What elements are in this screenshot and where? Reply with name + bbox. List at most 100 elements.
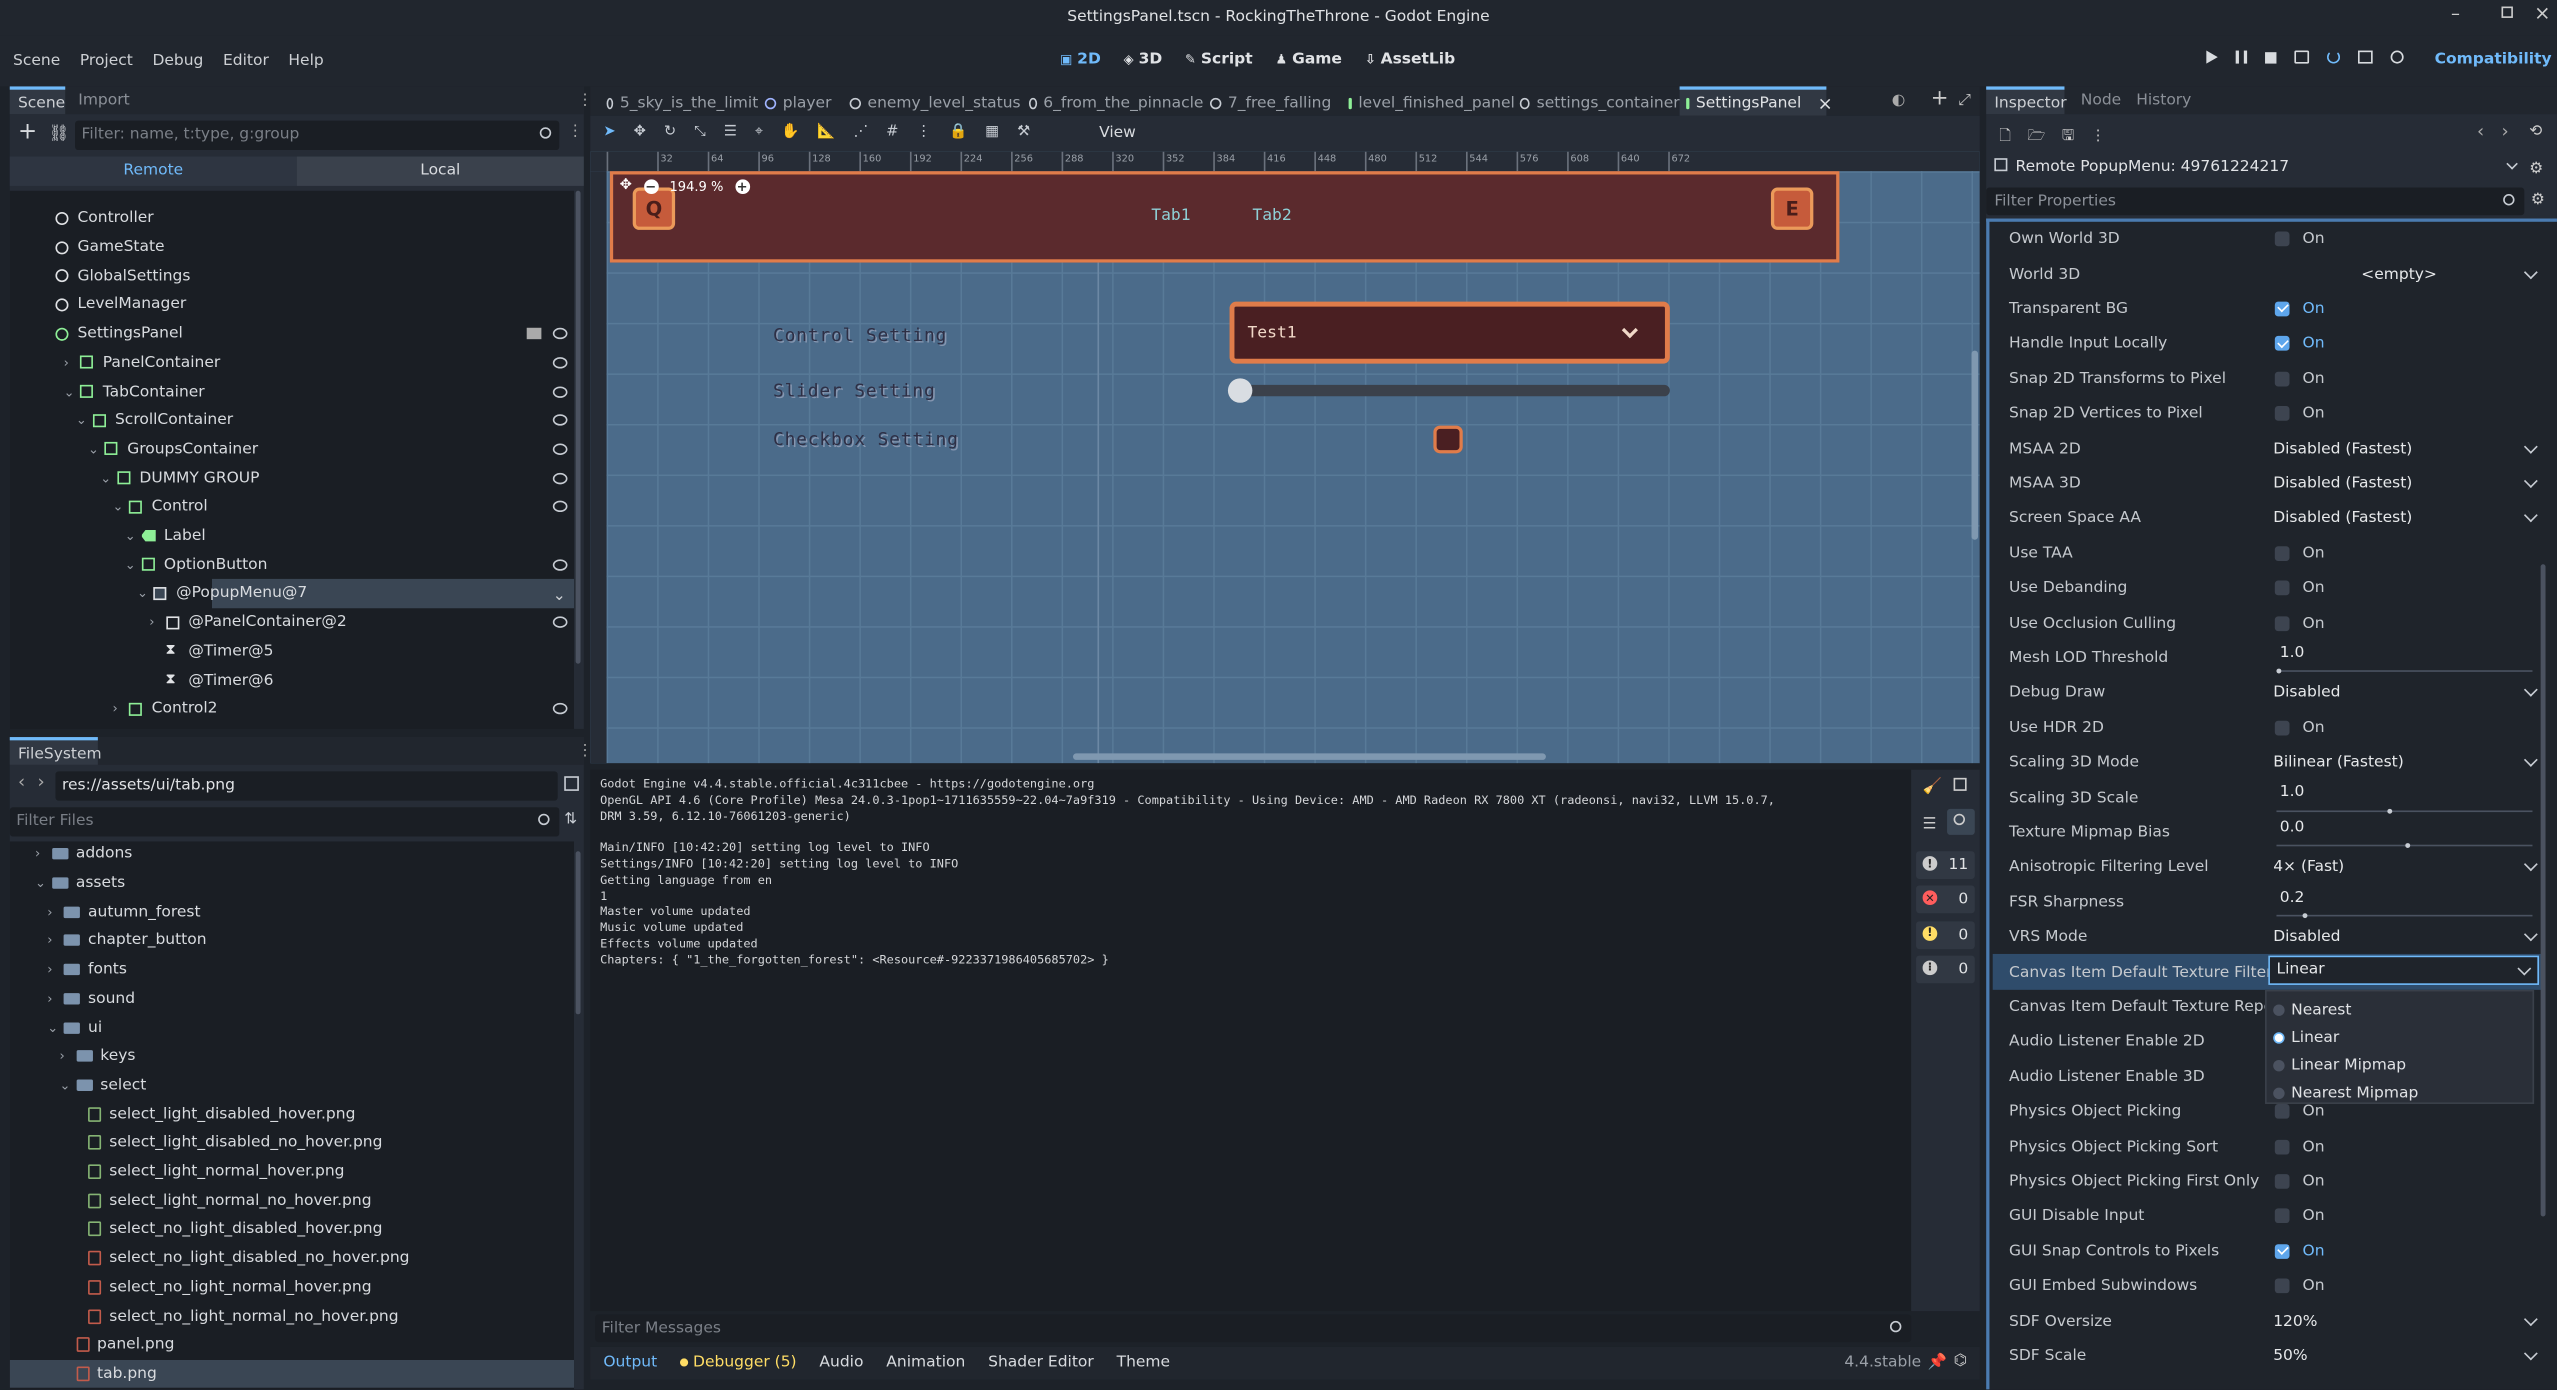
reload-icon[interactable] bbox=[2327, 50, 2341, 64]
tab-inspector[interactable]: Inspector bbox=[1986, 86, 2067, 115]
property-row[interactable]: FSR Sharpness 0.2 bbox=[1993, 885, 2544, 920]
stop-icon[interactable] bbox=[2265, 51, 2277, 63]
copy-log-icon[interactable] bbox=[1953, 777, 1967, 791]
checkbox[interactable] bbox=[1433, 425, 1463, 454]
workspace-2d[interactable]: ▣ 2D bbox=[1060, 51, 1101, 69]
slider-grabber[interactable] bbox=[1227, 378, 1253, 403]
scene-node[interactable]: ⌄ TabContainer bbox=[10, 377, 574, 406]
property-row[interactable]: Use Debanding On bbox=[1993, 571, 2544, 606]
expand-arrow-icon[interactable]: ⌄ bbox=[88, 442, 99, 457]
rotate-tool-icon[interactable]: ↻ bbox=[664, 124, 676, 140]
split-view-icon[interactable] bbox=[564, 776, 579, 791]
property-checkbox[interactable] bbox=[2274, 1278, 2290, 1294]
property-row[interactable]: Anisotropic Filtering Level 4× (Fast) bbox=[1993, 850, 2544, 885]
scene-node[interactable]: ⌄ @PopupMenu@7 ⌄ bbox=[10, 579, 575, 608]
fs-folder[interactable]: › fonts bbox=[10, 955, 574, 984]
fs-file[interactable]: select_no_light_normal_no_hover.png bbox=[10, 1302, 574, 1331]
expand-arrow-icon[interactable]: ⌄ bbox=[125, 557, 136, 572]
scene-tab[interactable]: 6_from_the_pinnacle bbox=[1022, 91, 1203, 115]
clear-log-icon[interactable]: 🧹 bbox=[1923, 778, 1942, 796]
property-checkbox[interactable] bbox=[2274, 1174, 2290, 1189]
lock-icon[interactable]: 🔒 bbox=[949, 124, 967, 140]
bottom-tab[interactable]: Audio bbox=[819, 1353, 863, 1371]
property-slider-value[interactable]: 1.0 bbox=[2280, 644, 2305, 662]
property-row[interactable]: GUI Disable Input On bbox=[1993, 1199, 2544, 1234]
scene-filter-input[interactable]: Filter: name, t:type, g:group bbox=[75, 120, 560, 151]
tab-node[interactable]: Node bbox=[2081, 91, 2121, 109]
property-checkbox[interactable] bbox=[2274, 545, 2290, 561]
expand-arrow-icon[interactable]: › bbox=[47, 933, 63, 948]
expand-arrow-icon[interactable]: ⌄ bbox=[35, 876, 51, 891]
property-row[interactable]: Snap 2D Transforms to Pixel On bbox=[1993, 361, 2544, 396]
collapse-icon[interactable]: ☰ bbox=[1923, 815, 1937, 833]
resource-menu-icon[interactable]: ⋮ bbox=[2091, 129, 2106, 145]
visibility-eye-icon[interactable] bbox=[552, 385, 568, 398]
inspector-scrollbar[interactable] bbox=[2540, 564, 2546, 1217]
visibility-eye-icon[interactable] bbox=[552, 501, 568, 513]
pivot-tool-icon[interactable]: ⌖ bbox=[755, 124, 763, 140]
property-slider-track[interactable] bbox=[2276, 914, 2533, 917]
bottom-tab[interactable]: Animation bbox=[886, 1353, 965, 1371]
property-row[interactable]: SDF Oversize 120% bbox=[1993, 1304, 2544, 1339]
viewport-2d[interactable]: 32 64 96 128 160 192 224 256 288 320 352 384 416 448 4… bbox=[590, 151, 1980, 764]
scene-node[interactable]: LevelManager bbox=[10, 290, 574, 319]
property-dropdown[interactable]: 120% bbox=[2273, 1312, 2317, 1330]
property-row[interactable]: MSAA 3D Disabled (Fastest) bbox=[1993, 466, 2544, 501]
property-dropdown[interactable]: 4× (Fast) bbox=[2273, 858, 2344, 876]
scene-tab[interactable]: player bbox=[758, 91, 843, 115]
scene-node[interactable]: ⌄ Label bbox=[10, 521, 574, 550]
ruler-tool-icon[interactable]: 📐 bbox=[817, 124, 835, 140]
property-checkbox[interactable] bbox=[2274, 406, 2290, 422]
property-row[interactable]: SDF Scale 50% bbox=[1993, 1338, 2544, 1373]
option-button[interactable]: Test1 bbox=[1229, 301, 1670, 364]
move-tool-icon[interactable]: ✥ bbox=[634, 124, 646, 140]
scene-node[interactable]: ⌄ Control bbox=[10, 492, 574, 521]
scene-tab[interactable]: 5_sky_is_the_limit bbox=[600, 91, 758, 115]
tab-history[interactable]: History bbox=[2136, 91, 2191, 109]
messages-filter-button[interactable]: ! 11 bbox=[1916, 851, 1975, 879]
fs-filter-input[interactable]: Filter Files bbox=[9, 807, 560, 837]
scene-node[interactable]: GameState bbox=[10, 233, 574, 262]
property-slider-value[interactable]: 0.0 bbox=[2280, 818, 2305, 836]
property-checkbox[interactable] bbox=[2274, 371, 2290, 387]
editor-messages-filter-button[interactable]: ⁝ 0 bbox=[1916, 955, 1975, 984]
bottom-tab[interactable]: Output bbox=[603, 1353, 657, 1371]
movie-icon[interactable] bbox=[2357, 50, 2373, 64]
property-row[interactable]: Use TAA On bbox=[1993, 536, 2544, 571]
minimize-button[interactable]: – bbox=[2451, 3, 2460, 24]
scene-node[interactable]: › Control2 bbox=[10, 694, 574, 723]
scene-tab[interactable]: settings_container bbox=[1513, 91, 1680, 115]
new-resource-icon[interactable]: 🗋 bbox=[1999, 124, 2011, 150]
scene-tab[interactable]: enemy_level_status bbox=[843, 91, 1022, 115]
scene-node[interactable]: ⌄ DUMMY GROUP bbox=[10, 464, 574, 493]
open-resource-icon[interactable]: 🗁 bbox=[2027, 124, 2045, 150]
visibility-eye-icon[interactable] bbox=[552, 443, 568, 455]
bone-icon[interactable]: ⚒ bbox=[1017, 124, 1030, 140]
smart-snap-icon[interactable]: ⋰ bbox=[854, 124, 869, 140]
menu-editor[interactable]: Editor bbox=[223, 52, 269, 70]
property-slider-knob[interactable] bbox=[2302, 913, 2307, 919]
fs-folder[interactable]: › autumn_forest bbox=[10, 898, 574, 927]
expand-panel-icon[interactable]: ⌬ bbox=[1954, 1352, 1968, 1370]
property-slider-knob[interactable] bbox=[2404, 843, 2410, 849]
scene-node[interactable]: GlobalSettings bbox=[10, 262, 574, 291]
property-checkbox[interactable] bbox=[2274, 336, 2290, 352]
property-row[interactable]: GUI Embed Subwindows On bbox=[1993, 1269, 2544, 1304]
property-checkbox[interactable] bbox=[2274, 1208, 2290, 1224]
expand-arrow-icon[interactable]: › bbox=[113, 702, 118, 717]
visibility-eye-icon[interactable] bbox=[552, 703, 568, 715]
select-tool-icon[interactable]: ➤ bbox=[603, 124, 615, 140]
workspace-script[interactable]: ✎ Script bbox=[1185, 51, 1253, 69]
fs-file[interactable]: select_no_light_disabled_no_hover.png bbox=[10, 1244, 574, 1273]
view-menu[interactable]: View bbox=[1099, 124, 1136, 142]
property-filter-input[interactable]: Filter Properties bbox=[1986, 187, 2525, 216]
property-row[interactable]: Snap 2D Vertices to Pixel On bbox=[1993, 396, 2544, 431]
property-checkbox[interactable] bbox=[2274, 615, 2290, 631]
fs-file[interactable]: select_no_light_normal_hover.png bbox=[10, 1273, 574, 1302]
viewport-v-scrollbar[interactable] bbox=[1971, 350, 1979, 540]
filter-option[interactable]: Nearest Mipmap bbox=[2267, 1080, 2533, 1106]
property-dropdown[interactable]: Bilinear (Fastest) bbox=[2273, 754, 2404, 772]
property-dropdown[interactable]: 50% bbox=[2273, 1347, 2307, 1365]
workspace-assetlib[interactable]: ⇩ AssetLib bbox=[1365, 51, 1455, 69]
zoom-level[interactable]: 194.9 % bbox=[669, 179, 723, 194]
